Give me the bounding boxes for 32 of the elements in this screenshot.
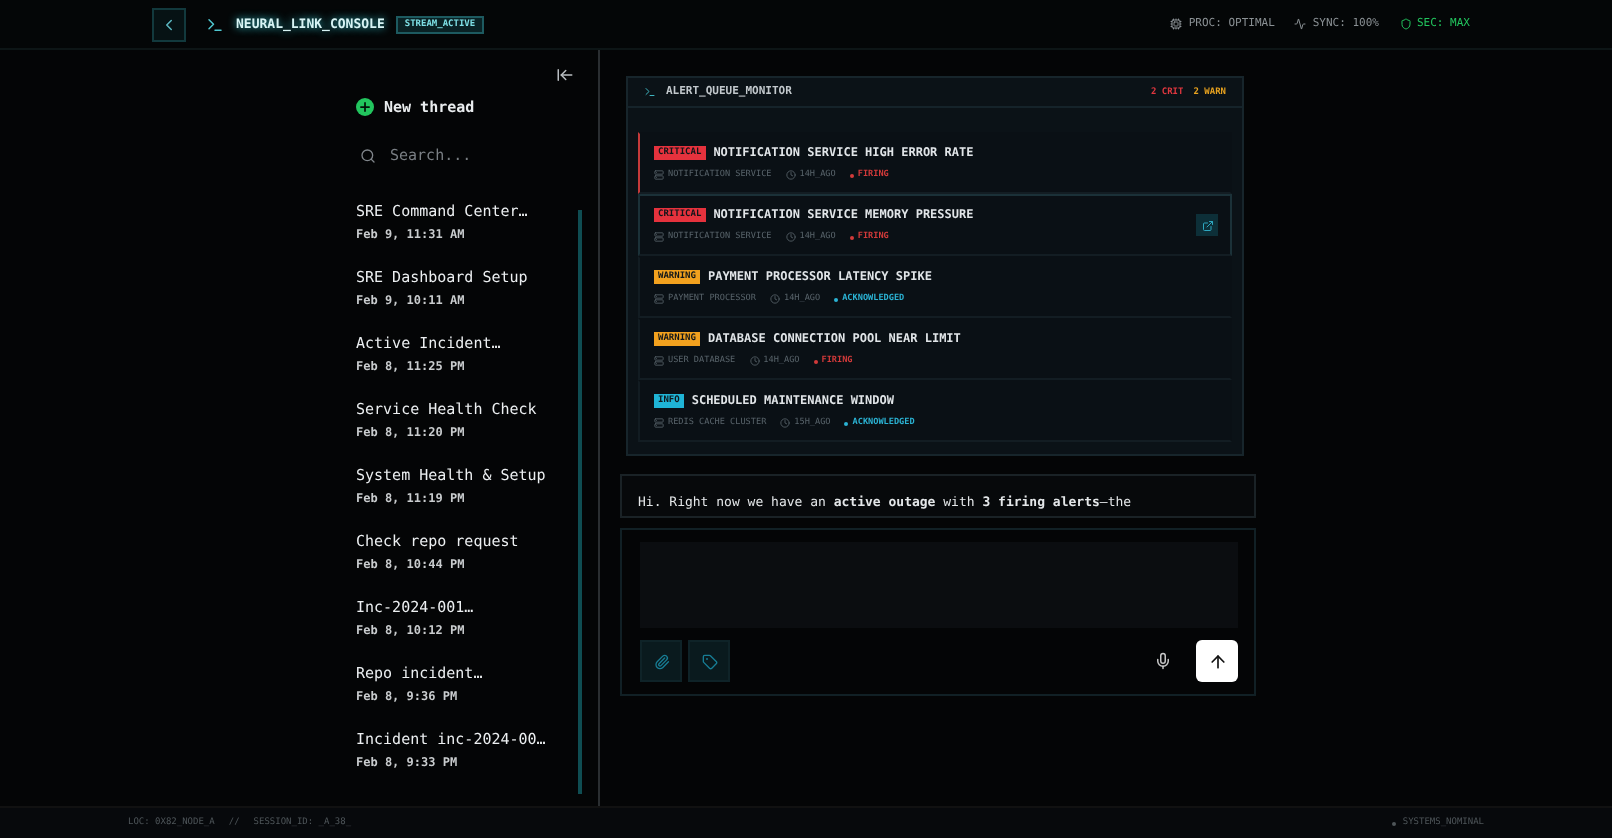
scrollbar[interactable] (578, 210, 582, 794)
clock-icon (785, 170, 796, 180)
search-icon (360, 147, 376, 163)
external-link-icon (1201, 219, 1213, 231)
server-icon (654, 356, 664, 366)
microphone-button[interactable] (1154, 652, 1172, 670)
server-icon (654, 232, 664, 242)
collapse-icon (556, 66, 574, 84)
shield-icon (1399, 18, 1411, 30)
plus-icon (356, 98, 374, 116)
tag-button[interactable] (688, 640, 730, 682)
terminal-icon (206, 15, 224, 33)
pulse-icon (1294, 18, 1307, 30)
back-button[interactable] (152, 7, 186, 41)
collapse-sidebar-button[interactable] (556, 66, 574, 84)
attach-button[interactable] (640, 640, 682, 682)
tag-icon (701, 653, 717, 669)
server-icon (654, 418, 664, 428)
paperclip-icon (653, 653, 669, 669)
send-button[interactable] (1196, 640, 1238, 682)
arrow-up-icon (1207, 651, 1227, 671)
microphone-icon (1154, 652, 1172, 670)
terminal-icon (644, 86, 656, 98)
server-icon (654, 170, 664, 180)
open-link-button[interactable] (1196, 214, 1218, 236)
clock-icon (749, 356, 760, 366)
chip-icon (1170, 18, 1183, 30)
clock-icon (780, 418, 791, 428)
clock-icon (785, 232, 796, 242)
chevron-left-icon (160, 15, 178, 33)
server-icon (654, 294, 664, 304)
clock-icon (769, 294, 780, 304)
